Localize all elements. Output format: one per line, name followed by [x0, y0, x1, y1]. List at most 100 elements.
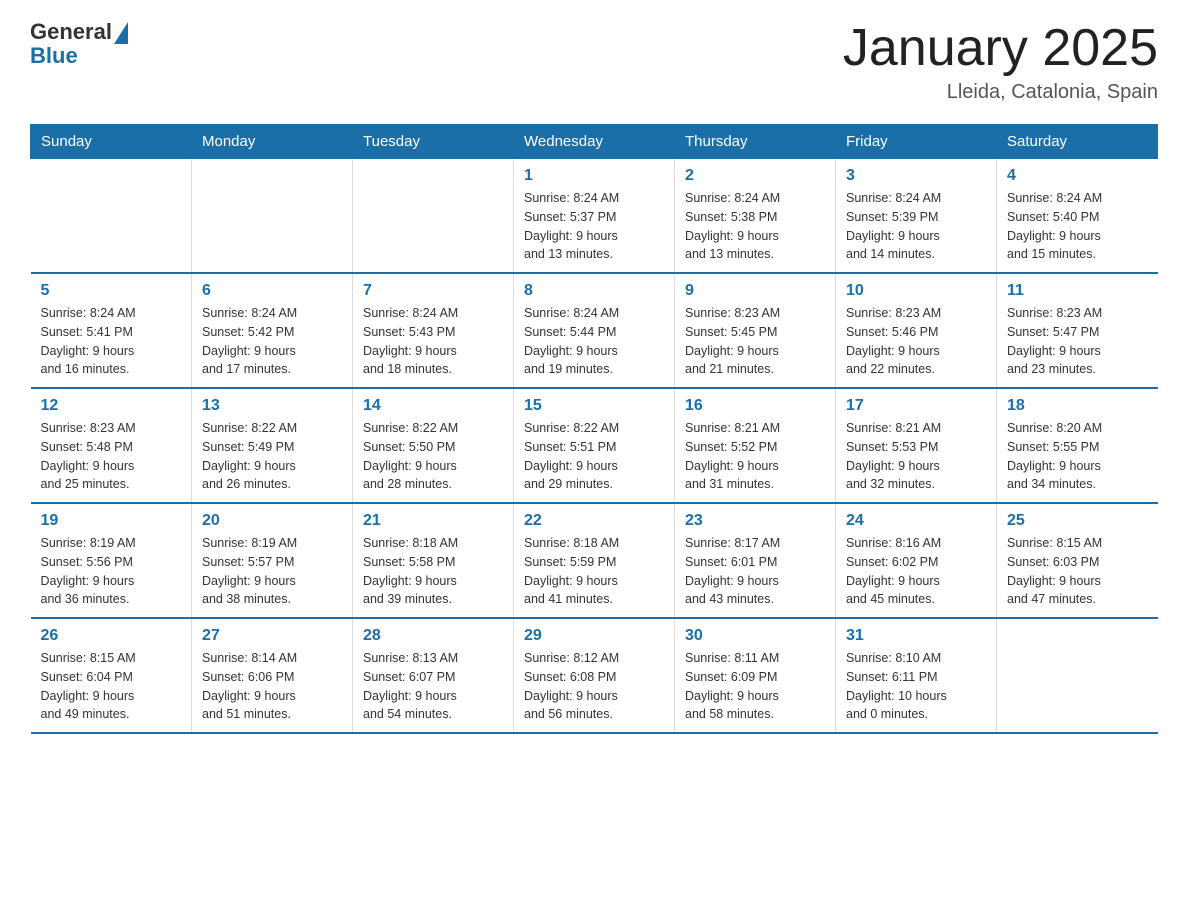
day-info: Sunrise: 8:14 AM Sunset: 6:06 PM Dayligh…	[202, 649, 342, 724]
day-number: 9	[685, 282, 825, 300]
calendar-cell: 25Sunrise: 8:15 AM Sunset: 6:03 PM Dayli…	[997, 503, 1158, 618]
calendar-cell	[31, 159, 192, 274]
calendar-cell: 21 Sunrise: 8:18 AM Sunset: 5:58 PM Dayli…	[353, 503, 514, 618]
calendar-cell: 28 Sunrise: 8:13 AM Sunset: 6:07 PM Dayli…	[353, 618, 514, 733]
weekday-header-tuesday: Tuesday	[353, 125, 514, 159]
calendar-cell: 17Sunrise: 8:21 AM Sunset: 5:53 PM Dayli…	[836, 388, 997, 503]
day-number: 30	[685, 627, 825, 645]
weekday-header-sunday: Sunday	[31, 125, 192, 159]
calendar-week-row: 5 Sunrise: 8:24 AM Sunset: 5:41 PM Daylig…	[31, 273, 1158, 388]
weekday-header-row: SundayMondayTuesdayWednesdayThursdayFrid…	[31, 125, 1158, 159]
day-info: Sunrise: 8:23 AM Sunset: 5:48 PM Dayligh…	[41, 419, 182, 494]
day-number: 8	[524, 282, 664, 300]
day-info: Sunrise: 8:24 AM Sunset: 5:40 PM Dayligh…	[1007, 189, 1148, 264]
calendar-week-row: 19 Sunrise: 8:19 AM Sunset: 5:56 PM Dayli…	[31, 503, 1158, 618]
calendar-cell: 14Sunrise: 8:22 AM Sunset: 5:50 PM Dayli…	[353, 388, 514, 503]
weekday-header-friday: Friday	[836, 125, 997, 159]
calendar-cell: 2 Sunrise: 8:24 AM Sunset: 5:38 PM Daylig…	[675, 159, 836, 274]
day-number: 27	[202, 627, 342, 645]
calendar-cell: 1Sunrise: 8:24 AM Sunset: 5:37 PM Daylig…	[514, 159, 675, 274]
title-block: January 2025 Lleida, Catalonia, Spain	[843, 20, 1158, 104]
day-info: Sunrise: 8:23 AM Sunset: 5:45 PM Dayligh…	[685, 304, 825, 379]
calendar-cell: 12 Sunrise: 8:23 AM Sunset: 5:48 PM Dayli…	[31, 388, 192, 503]
calendar-cell: 29Sunrise: 8:12 AM Sunset: 6:08 PM Dayli…	[514, 618, 675, 733]
weekday-header-saturday: Saturday	[997, 125, 1158, 159]
calendar-cell: 5 Sunrise: 8:24 AM Sunset: 5:41 PM Daylig…	[31, 273, 192, 388]
day-info: Sunrise: 8:22 AM Sunset: 5:51 PM Dayligh…	[524, 419, 664, 494]
calendar-cell: 20 Sunrise: 8:19 AM Sunset: 5:57 PM Dayli…	[192, 503, 353, 618]
calendar-header: SundayMondayTuesdayWednesdayThursdayFrid…	[31, 125, 1158, 159]
day-info: Sunrise: 8:24 AM Sunset: 5:39 PM Dayligh…	[846, 189, 986, 264]
day-info: Sunrise: 8:22 AM Sunset: 5:50 PM Dayligh…	[363, 419, 503, 494]
day-info: Sunrise: 8:24 AM Sunset: 5:44 PM Dayligh…	[524, 304, 664, 379]
calendar-week-row: 26 Sunrise: 8:15 AM Sunset: 6:04 PM Dayli…	[31, 618, 1158, 733]
weekday-header-wednesday: Wednesday	[514, 125, 675, 159]
page-header: General Blue January 2025 Lleida, Catalo…	[30, 20, 1158, 104]
day-number: 22	[524, 512, 664, 530]
logo-general-text: General	[30, 20, 112, 44]
calendar-cell	[997, 618, 1158, 733]
calendar-cell: 9 Sunrise: 8:23 AM Sunset: 5:45 PM Daylig…	[675, 273, 836, 388]
day-info: Sunrise: 8:24 AM Sunset: 5:42 PM Dayligh…	[202, 304, 342, 379]
day-info: Sunrise: 8:22 AM Sunset: 5:49 PM Dayligh…	[202, 419, 342, 494]
day-info: Sunrise: 8:18 AM Sunset: 5:58 PM Dayligh…	[363, 534, 503, 609]
calendar-cell: 16 Sunrise: 8:21 AM Sunset: 5:52 PM Dayli…	[675, 388, 836, 503]
main-title: January 2025	[843, 20, 1158, 77]
day-info: Sunrise: 8:23 AM Sunset: 5:46 PM Dayligh…	[846, 304, 986, 379]
day-info: Sunrise: 8:24 AM Sunset: 5:43 PM Dayligh…	[363, 304, 503, 379]
day-info: Sunrise: 8:24 AM Sunset: 5:41 PM Dayligh…	[41, 304, 182, 379]
calendar-cell: 15 Sunrise: 8:22 AM Sunset: 5:51 PM Dayli…	[514, 388, 675, 503]
day-number: 5	[41, 282, 182, 300]
day-number: 29	[524, 627, 664, 645]
calendar-cell: 11 Sunrise: 8:23 AM Sunset: 5:47 PM Dayli…	[997, 273, 1158, 388]
day-info: Sunrise: 8:15 AM Sunset: 6:04 PM Dayligh…	[41, 649, 182, 724]
day-number: 1	[524, 167, 664, 185]
calendar-table: SundayMondayTuesdayWednesdayThursdayFrid…	[30, 124, 1158, 734]
day-number: 20	[202, 512, 342, 530]
day-number: 23	[685, 512, 825, 530]
day-number: 21	[363, 512, 503, 530]
calendar-cell: 6Sunrise: 8:24 AM Sunset: 5:42 PM Daylig…	[192, 273, 353, 388]
day-number: 26	[41, 627, 182, 645]
day-number: 12	[41, 397, 182, 415]
day-number: 24	[846, 512, 986, 530]
day-info: Sunrise: 8:10 AM Sunset: 6:11 PM Dayligh…	[846, 649, 986, 724]
day-info: Sunrise: 8:24 AM Sunset: 5:38 PM Dayligh…	[685, 189, 825, 264]
calendar-week-row: 1Sunrise: 8:24 AM Sunset: 5:37 PM Daylig…	[31, 159, 1158, 274]
day-number: 28	[363, 627, 503, 645]
day-number: 15	[524, 397, 664, 415]
calendar-cell: 31Sunrise: 8:10 AM Sunset: 6:11 PM Dayli…	[836, 618, 997, 733]
calendar-cell: 27 Sunrise: 8:14 AM Sunset: 6:06 PM Dayli…	[192, 618, 353, 733]
logo-blue-text: Blue	[30, 44, 128, 68]
day-info: Sunrise: 8:23 AM Sunset: 5:47 PM Dayligh…	[1007, 304, 1148, 379]
day-info: Sunrise: 8:20 AM Sunset: 5:55 PM Dayligh…	[1007, 419, 1148, 494]
calendar-cell: 19 Sunrise: 8:19 AM Sunset: 5:56 PM Dayli…	[31, 503, 192, 618]
weekday-header-monday: Monday	[192, 125, 353, 159]
day-info: Sunrise: 8:19 AM Sunset: 5:56 PM Dayligh…	[41, 534, 182, 609]
day-number: 25	[1007, 512, 1148, 530]
day-number: 17	[846, 397, 986, 415]
logo-triangle-icon	[114, 22, 128, 44]
calendar-cell: 7 Sunrise: 8:24 AM Sunset: 5:43 PM Daylig…	[353, 273, 514, 388]
day-number: 19	[41, 512, 182, 530]
day-info: Sunrise: 8:11 AM Sunset: 6:09 PM Dayligh…	[685, 649, 825, 724]
day-number: 11	[1007, 282, 1148, 300]
day-info: Sunrise: 8:13 AM Sunset: 6:07 PM Dayligh…	[363, 649, 503, 724]
day-number: 18	[1007, 397, 1148, 415]
calendar-cell	[192, 159, 353, 274]
day-number: 2	[685, 167, 825, 185]
day-info: Sunrise: 8:19 AM Sunset: 5:57 PM Dayligh…	[202, 534, 342, 609]
day-info: Sunrise: 8:18 AM Sunset: 5:59 PM Dayligh…	[524, 534, 664, 609]
location-subtitle: Lleida, Catalonia, Spain	[843, 81, 1158, 104]
calendar-cell: 8 Sunrise: 8:24 AM Sunset: 5:44 PM Daylig…	[514, 273, 675, 388]
day-number: 16	[685, 397, 825, 415]
calendar-week-row: 12 Sunrise: 8:23 AM Sunset: 5:48 PM Dayli…	[31, 388, 1158, 503]
day-number: 7	[363, 282, 503, 300]
calendar-cell: 18 Sunrise: 8:20 AM Sunset: 5:55 PM Dayli…	[997, 388, 1158, 503]
calendar-cell: 4Sunrise: 8:24 AM Sunset: 5:40 PM Daylig…	[997, 159, 1158, 274]
calendar-body: 1Sunrise: 8:24 AM Sunset: 5:37 PM Daylig…	[31, 159, 1158, 734]
weekday-header-thursday: Thursday	[675, 125, 836, 159]
day-info: Sunrise: 8:21 AM Sunset: 5:52 PM Dayligh…	[685, 419, 825, 494]
day-number: 10	[846, 282, 986, 300]
calendar-cell: 23Sunrise: 8:17 AM Sunset: 6:01 PM Dayli…	[675, 503, 836, 618]
